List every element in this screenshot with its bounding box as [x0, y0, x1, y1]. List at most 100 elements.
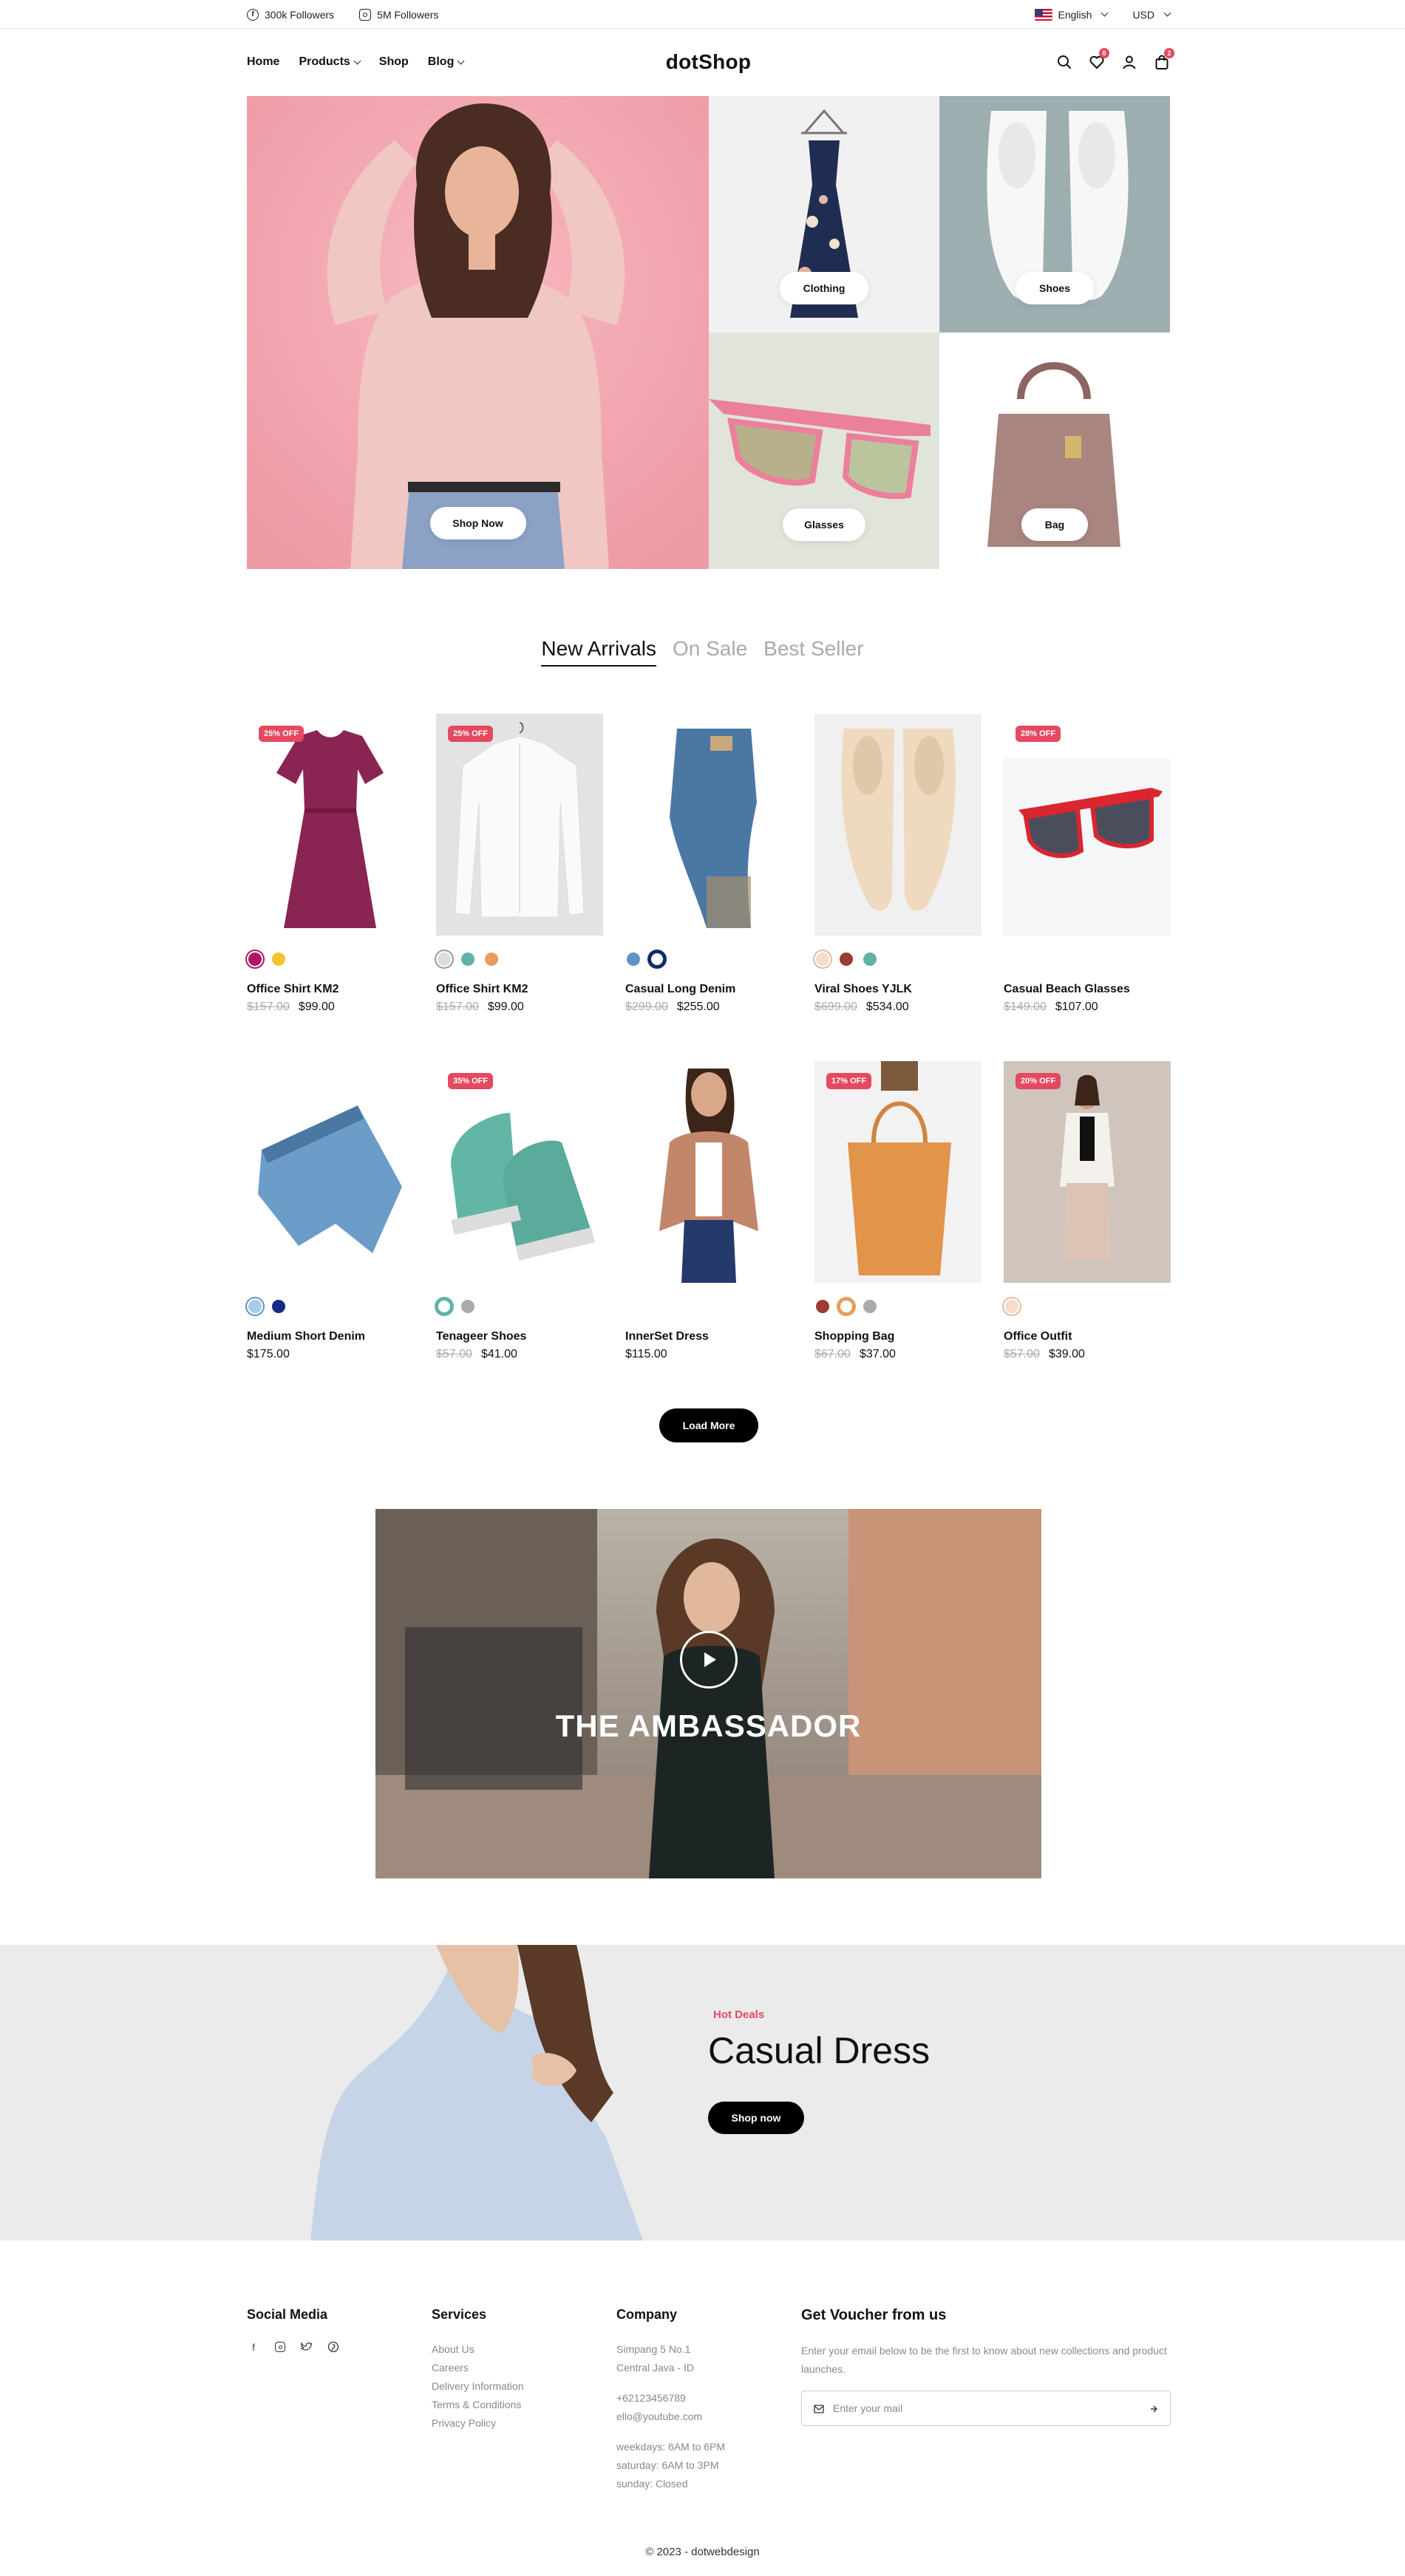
product-image-heels[interactable] — [814, 714, 982, 936]
product-image-sunglasses[interactable]: 28% OFF — [1004, 714, 1171, 936]
product-image-innerset[interactable] — [625, 1061, 792, 1283]
twitter-icon[interactable] — [300, 2340, 313, 2354]
original-price: $157.00 — [247, 1001, 290, 1013]
color-swatches — [625, 950, 792, 968]
product-name[interactable]: Medium Short Denim — [247, 1330, 414, 1343]
product-name[interactable]: InnerSet Dress — [625, 1330, 792, 1343]
color-swatch[interactable] — [838, 951, 854, 967]
color-swatch[interactable] — [247, 951, 263, 967]
pinterest-icon[interactable] — [327, 2340, 340, 2354]
product-image-shirt[interactable]: 25% OFF — [436, 714, 603, 936]
product-card[interactable]: 25% OFF Office Shirt KM2 $157.00 $99.00 — [436, 714, 603, 1014]
product-name[interactable]: Casual Long Denim — [625, 983, 792, 996]
facebook-followers-link[interactable]: f 300k Followers — [247, 8, 334, 21]
product-card[interactable]: InnerSet Dress $115.00 — [625, 1061, 792, 1361]
company-phone[interactable]: +62123456789 — [616, 2389, 725, 2408]
footer-link-privacy[interactable]: Privacy Policy — [432, 2414, 524, 2433]
product-card[interactable]: 20% OFF Office Outfit $57.00 $39.00 — [1004, 1061, 1171, 1361]
color-swatch[interactable] — [247, 1298, 263, 1315]
nav-blog[interactable]: Blog — [428, 55, 465, 69]
original-price: $699.00 — [814, 1001, 857, 1013]
category-tile-shoes[interactable]: Shoes — [939, 96, 1170, 333]
user-icon[interactable] — [1121, 54, 1137, 70]
product-price: $115.00 — [625, 1348, 792, 1361]
product-name[interactable]: Viral Shoes YJLK — [814, 983, 982, 996]
product-image-dress[interactable]: 25% OFF — [247, 714, 414, 936]
deal-shop-now-button[interactable]: Shop now — [708, 2102, 804, 2134]
tab-best-seller[interactable]: Best Seller — [763, 637, 863, 667]
instagram-icon — [359, 8, 372, 21]
footer-link-terms[interactable]: Terms & Conditions — [432, 2396, 524, 2414]
category-tile-clothing[interactable]: Clothing — [709, 96, 939, 333]
facebook-icon[interactable]: f — [247, 2340, 260, 2354]
product-name[interactable]: Office Outfit — [1004, 1330, 1171, 1343]
wishlist-button[interactable]: 0 — [1089, 48, 1109, 70]
play-icon[interactable] — [680, 1631, 738, 1689]
product-card[interactable]: 17% OFF Shopping Bag $67.00 $37.00 — [814, 1061, 982, 1361]
product-name[interactable]: Casual Beach Glasses — [1004, 983, 1171, 996]
hero-main-tile[interactable]: Shop Now — [247, 96, 709, 569]
instagram-followers-link[interactable]: 5M Followers — [359, 8, 438, 21]
mail-icon — [814, 2405, 824, 2413]
product-name[interactable]: Office Shirt KM2 — [436, 983, 603, 996]
arrow-right-icon[interactable] — [1149, 2405, 1158, 2413]
language-label: English — [1058, 8, 1092, 21]
color-swatch[interactable] — [460, 1298, 476, 1315]
color-swatch[interactable] — [271, 951, 287, 967]
sale-price: $99.00 — [298, 1001, 335, 1013]
nav-home[interactable]: Home — [247, 55, 279, 69]
footer-link-delivery[interactable]: Delivery Information — [432, 2377, 524, 2396]
color-swatch[interactable] — [649, 951, 665, 967]
color-swatch[interactable] — [862, 1298, 878, 1315]
product-image-sneakers[interactable]: 35% OFF — [436, 1061, 603, 1283]
color-swatch[interactable] — [625, 951, 642, 967]
product-image-office-outfit[interactable]: 20% OFF — [1004, 1061, 1171, 1283]
product-name[interactable]: Tenageer Shoes — [436, 1330, 603, 1343]
product-price: $699.00 $534.00 — [814, 1001, 982, 1014]
nav-products[interactable]: Products — [299, 55, 361, 69]
color-swatch[interactable] — [814, 951, 831, 967]
product-card[interactable]: Medium Short Denim $175.00 — [247, 1061, 414, 1361]
ambassador-video-thumbnail — [375, 1509, 1041, 1878]
company-email[interactable]: ello@youtube.com — [616, 2408, 725, 2426]
product-card[interactable]: 25% OFF Office Shirt KM2 $157.00 $99.00 — [247, 714, 414, 1014]
deal-title: Casual Dress — [708, 2030, 931, 2071]
load-more-button[interactable]: Load More — [659, 1408, 758, 1442]
color-swatch[interactable] — [838, 1298, 854, 1315]
tab-on-sale[interactable]: On Sale — [673, 637, 747, 667]
color-swatch[interactable] — [814, 1298, 831, 1315]
footer-link-careers[interactable]: Careers — [432, 2359, 524, 2377]
footer-link-about[interactable]: About Us — [432, 2340, 524, 2359]
color-swatch[interactable] — [483, 951, 500, 967]
currency-selector[interactable]: USD — [1132, 9, 1171, 21]
color-swatch[interactable] — [1004, 1298, 1020, 1315]
nav-shop[interactable]: Shop — [379, 55, 409, 69]
site-logo[interactable]: dotShop — [666, 50, 752, 74]
color-swatch[interactable] — [862, 951, 878, 967]
product-image-tote-bag[interactable]: 17% OFF — [814, 1061, 982, 1283]
search-icon[interactable] — [1056, 54, 1072, 70]
language-selector[interactable]: English — [1034, 8, 1109, 21]
voucher-email-field[interactable]: Enter your mail — [801, 2391, 1171, 2426]
color-swatch[interactable] — [460, 951, 476, 967]
tab-new-arrivals[interactable]: New Arrivals — [541, 637, 656, 667]
product-image-denim[interactable] — [625, 714, 792, 936]
product-name[interactable]: Office Shirt KM2 — [247, 983, 414, 996]
product-image-shorts[interactable] — [247, 1061, 414, 1283]
cart-button[interactable]: 2 — [1154, 48, 1174, 70]
color-swatch[interactable] — [436, 1298, 452, 1315]
color-swatch[interactable] — [271, 1298, 287, 1315]
color-swatch[interactable] — [436, 951, 452, 967]
category-tile-glasses[interactable]: Glasses — [709, 333, 939, 569]
product-card[interactable]: Casual Long Denim $299.00 $255.00 — [625, 714, 792, 1014]
instagram-icon[interactable] — [273, 2340, 287, 2354]
category-tile-bag[interactable]: Bag — [939, 333, 1170, 569]
shop-now-button[interactable]: Shop Now — [429, 507, 526, 539]
product-card[interactable]: 35% OFF Tenageer Shoes $57.00 $41.00 — [436, 1061, 603, 1361]
product-card[interactable]: 28% OFF Casual Beach Glasses $149.00 $107… — [1004, 714, 1171, 1014]
product-price: $67.00 $37.00 — [814, 1348, 982, 1361]
product-card[interactable]: Viral Shoes YJLK $699.00 $534.00 — [814, 714, 982, 1014]
ambassador-video[interactable]: THE AMBASSADOR — [375, 1509, 1041, 1878]
product-name[interactable]: Shopping Bag — [814, 1330, 982, 1343]
sale-price: $37.00 — [859, 1348, 896, 1360]
